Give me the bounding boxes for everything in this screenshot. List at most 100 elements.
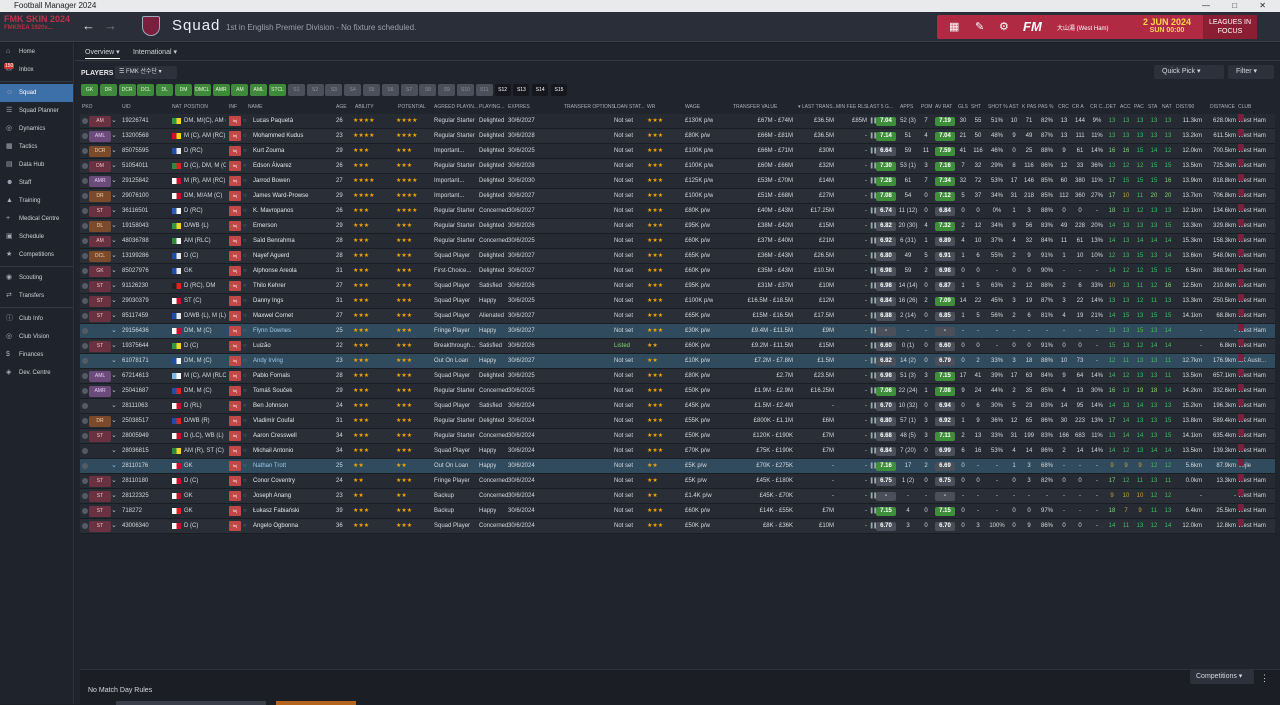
chevron-down-icon[interactable]: ⌄ [111, 294, 117, 308]
column-header[interactable]: WR [647, 104, 655, 110]
table-row[interactable]: DCL ⌄ 13199286 D (C) Inj ○ Nayef Aguerd 28 ★★★ ★★… [80, 249, 1275, 264]
edit-icon[interactable]: ✎ [975, 20, 984, 33]
column-header[interactable]: APPS [900, 104, 913, 110]
forward-arrow-icon[interactable]: → [104, 18, 117, 33]
column-header[interactable]: PAC [1134, 104, 1144, 110]
chevron-down-icon[interactable]: ⌄ [111, 399, 117, 413]
table-row[interactable]: ST ⌄ 28005949 D (LC), WB (L) Inj ○ Aaron Cress… [80, 429, 1275, 444]
sidebar-item-staff[interactable]: ☻ Staff [0, 174, 73, 192]
table-row[interactable]: ST ⌄ 28122325 GK Inj ○ Joseph Anang 23 ★★ ★★ Backu… [80, 489, 1275, 504]
position-pill-s15[interactable]: S15 [551, 84, 567, 96]
table-row[interactable]: ⌄ 61078171 DM, M (C) Inj ○ Andy Irving 23 ★★★ ★★… [80, 354, 1275, 369]
position-pill-dm[interactable]: DM [175, 84, 192, 96]
column-header[interactable]: LAST 5 G... [867, 104, 893, 110]
chevron-down-icon[interactable]: ⌄ [111, 144, 117, 158]
table-row[interactable]: ⌄ 28110176 GK Inj ○ Nathan Trott 25 ★★ ★★ Out On … [80, 459, 1275, 474]
column-header[interactable]: AV RAT [935, 104, 952, 110]
column-header[interactable]: TRANSFER OPTIONS [564, 104, 615, 110]
table-row[interactable]: ST ⌄ 29030379 ST (C) Inj ○ Danny Ings 31 ★★★ ★★★ S… [80, 294, 1275, 309]
player-name[interactable]: Luizão [253, 339, 339, 353]
chevron-down-icon[interactable]: ⌄ [111, 234, 117, 248]
player-name[interactable]: Kurt Zouma [253, 144, 339, 158]
table-row[interactable]: AMR ⌄ 25041687 DM, M (C) Inj ○ Tomáš Souček 29 ★… [80, 384, 1275, 399]
chevron-down-icon[interactable]: ⌄ [111, 519, 117, 533]
column-header[interactable]: CRC [1058, 104, 1069, 110]
player-name[interactable]: Alphonse Areola [253, 264, 339, 278]
table-row[interactable]: ST⌄ 85117459 D/WB (L), M (L), ST (C)Inj○ Ma… [80, 309, 1275, 324]
tab-international[interactable]: International ▾ [133, 48, 177, 56]
quick-pick-button[interactable]: Quick Pick ▾ [1154, 65, 1224, 79]
sidebar-item-training[interactable]: ▲ Training [0, 192, 73, 210]
table-row[interactable]: ST ⌄ 718272 GK Inj ○ Łukasz Fabiański 39 ★★★ ★★★ B… [80, 504, 1275, 519]
column-header[interactable]: GLS [958, 104, 968, 110]
player-name[interactable]: Emerson [253, 219, 339, 233]
table-row[interactable]: AM ⌄ 48036788 AM (RLC) Inj ○ Saïd Benrahma 28 ★★… [80, 234, 1275, 249]
table-row[interactable]: DCR ⌄ 85075595 D (RC) Inj ○ Kurt Zouma 29 ★★★ ★★★… [80, 144, 1275, 159]
chevron-down-icon[interactable]: ⌄ [111, 309, 117, 323]
chevron-down-icon[interactable]: ⌄ [111, 489, 117, 503]
chevron-down-icon[interactable]: ⌄ [111, 354, 117, 368]
sidebar-item-club-info[interactable]: ⓘ Club Info [0, 310, 73, 328]
chevron-down-icon[interactable]: ⌄ [111, 504, 117, 518]
chevron-down-icon[interactable]: ⌄ [111, 339, 117, 353]
position-pill-s10[interactable]: S10 [457, 84, 474, 96]
position-pill-stcl[interactable]: STCL [269, 84, 286, 96]
position-pill-s2[interactable]: S2 [306, 84, 324, 96]
position-pill-am[interactable]: AM [231, 84, 249, 96]
player-name[interactable]: Andy Irving [253, 354, 339, 368]
chevron-down-icon[interactable]: ⌄ [111, 369, 117, 383]
position-pill-s12[interactable]: S12 [494, 84, 511, 96]
chevron-down-icon[interactable]: ⌄ [111, 159, 117, 173]
sidebar-item-squad-planner[interactable]: ☰ Squad Planner [0, 102, 73, 120]
player-name[interactable]: Danny Ings [253, 294, 339, 308]
position-pill-s3[interactable]: S3 [325, 84, 343, 96]
player-name[interactable]: K. Mavropanos [253, 204, 339, 218]
view-select[interactable]: ☰ FMK 선수단 ▾ [115, 66, 177, 79]
position-pill-s5[interactable]: S5 [363, 84, 380, 96]
column-header[interactable]: STA [1148, 104, 1157, 110]
filter-button[interactable]: Filter ▾ [1228, 65, 1274, 79]
table-row[interactable]: ⌄ 28111063 D (RL) Inj ○ Ben Johnson 24 ★★★ ★★★ Sq… [80, 399, 1275, 414]
position-pill-s11[interactable]: S11 [475, 84, 493, 96]
sidebar-item-medical-centre[interactable]: + Medical Centre [0, 210, 73, 228]
table-row[interactable]: DR ⌄ 29076100 DM, M/AM (C) Inj ○ James Ward-Pr… [80, 189, 1275, 204]
position-pill-s4[interactable]: S4 [344, 84, 362, 96]
chevron-down-icon[interactable]: ⌄ [111, 279, 117, 293]
column-header[interactable]: PLAYING... [479, 104, 504, 110]
chevron-down-icon[interactable]: ⌄ [111, 324, 117, 338]
back-arrow-icon[interactable]: ← [82, 18, 95, 33]
player-name[interactable]: James Ward-Prowse [253, 189, 339, 203]
user-label[interactable]: 大山湯 (West Ham) [1057, 23, 1109, 32]
chevron-down-icon[interactable]: ⌄ [111, 174, 117, 188]
position-pill-dmcl[interactable]: DMCL [193, 84, 211, 96]
table-row[interactable]: ST ⌄ 19375644 D (C) Inj ○ Luizão 22 ★★★ ★★★ Breakt… [80, 339, 1275, 354]
player-name[interactable]: Conor Coventry [253, 474, 339, 488]
settings-icon[interactable]: ⚙ [999, 20, 1009, 33]
player-name[interactable]: Angelo Ogbonna [253, 519, 339, 533]
fm-logo[interactable]: FM [1023, 19, 1042, 34]
column-header[interactable]: SHT [971, 104, 981, 110]
column-header[interactable]: AGE [336, 104, 347, 110]
column-header[interactable]: MIN FEE RLS [836, 104, 867, 110]
column-header[interactable]: ABILITY [355, 104, 374, 110]
table-row[interactable]: ST ⌄ 91126230 D (RC), DM Inj ○ Thilo Kehrer 27 ★… [80, 279, 1275, 294]
player-name[interactable]: Ben Johnson [253, 399, 339, 413]
column-header[interactable]: POTENTIAL [398, 104, 426, 110]
column-header[interactable]: SHOT % [988, 104, 1008, 110]
player-name[interactable]: Łukasz Fabiański [253, 504, 339, 518]
chevron-down-icon[interactable]: ⌄ [111, 249, 117, 263]
club-crest-icon[interactable] [142, 16, 160, 36]
column-header[interactable]: ACC [1120, 104, 1131, 110]
column-header[interactable]: CR A [1072, 104, 1084, 110]
column-header[interactable]: CLUB [1238, 104, 1251, 110]
chevron-down-icon[interactable]: ⌄ [111, 264, 117, 278]
player-name[interactable]: Nayef Aguerd [253, 249, 339, 263]
column-header[interactable]: UID [122, 104, 131, 110]
chevron-down-icon[interactable]: ⌄ [111, 429, 117, 443]
player-name[interactable]: Saïd Benrahma [253, 234, 339, 248]
sidebar-item-dynamics[interactable]: ◎ Dynamics [0, 120, 73, 138]
position-pill-dl[interactable]: DL [156, 84, 174, 96]
player-name[interactable]: Michail Antonio [253, 444, 339, 458]
sidebar-item-squad[interactable]: ☺ Squad [0, 84, 73, 102]
table-row[interactable]: ST ⌄ 36116501 D (RC) Inj ○ K. Mavropanos 26 ★★★ ★… [80, 204, 1275, 219]
